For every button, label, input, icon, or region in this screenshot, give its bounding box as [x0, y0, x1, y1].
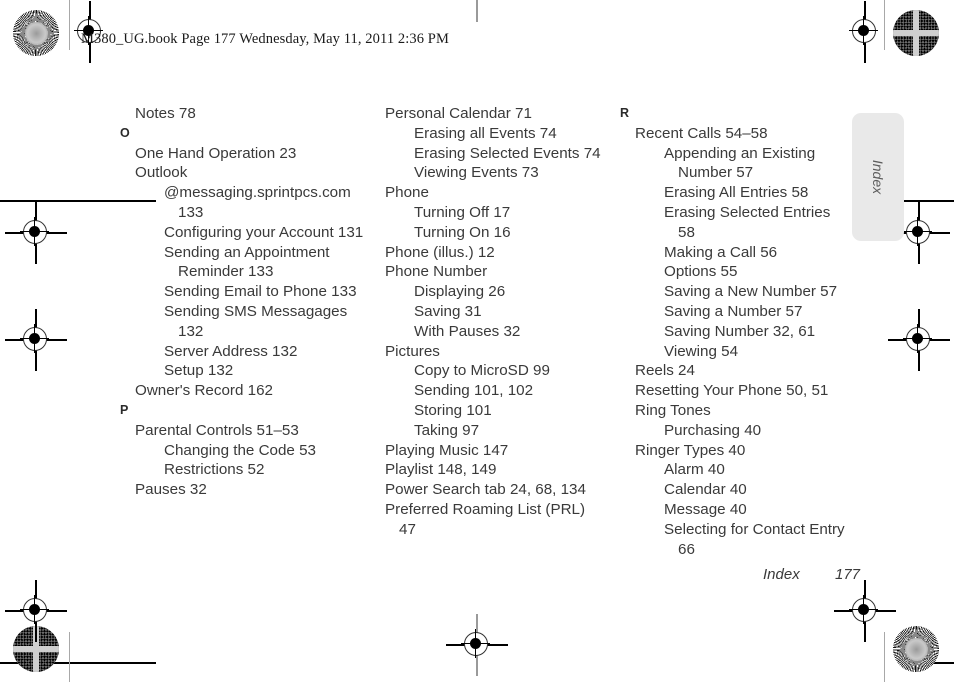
index-entry-level-2: Saving Number 32, 61	[664, 322, 816, 340]
index-entry-level-2: Calendar 40	[664, 481, 747, 499]
index-entry-level-1: Recent Calls 54–58	[635, 124, 768, 142]
index-entry-level-1: Resetting Your Phone 50, 51	[635, 382, 829, 400]
index-entry-level-2: Purchasing 40	[664, 421, 762, 439]
index-entry-level-1: Owner's Record 162	[135, 382, 273, 400]
index-letter-heading: R	[620, 106, 630, 120]
index-entry-level-2: Message 40	[664, 500, 747, 518]
index-entry-level-2: Erasing Selected Events 74	[414, 144, 601, 162]
index-entry-level-1: One Hand Operation 23	[135, 144, 297, 162]
index-entry-level-2: Viewing 54	[664, 342, 739, 360]
index-entry-level-2: Storing 101	[414, 401, 492, 419]
index-entry-level-2: Saving a New Number 57	[664, 283, 838, 301]
index-entry-level-2: Setup 132	[164, 362, 234, 380]
index-entry-level-2: Copy to MicroSD 99	[414, 362, 550, 380]
index-entry-level-2: @messaging.sprintpcs.com 133	[164, 184, 356, 221]
index-entry-level-1: Phone (illus.) 12	[385, 243, 495, 261]
index-entry-level-2: Selecting for Contact Entry 66	[664, 520, 849, 558]
index-entry-level-1: Playing Music 147	[385, 441, 509, 459]
index-entry-level-1: Outlook	[135, 164, 188, 182]
index-entry-level-1: Pauses 32	[135, 481, 207, 499]
index-entry-level-1: Preferred Roaming List (PRL) 47	[385, 500, 590, 538]
index-entry-level-2: Restrictions 52	[164, 461, 265, 479]
index-entry-level-2: Erasing all Events 74	[414, 124, 557, 142]
index-entry-level-2: Making a Call 56	[664, 243, 778, 261]
index-entry-level-2: Changing the Code 53	[164, 441, 316, 459]
index-entry-level-2: Viewing Events 73	[414, 164, 539, 182]
index-entry-level-1: Phone	[385, 184, 429, 202]
index-entry-level-2: Saving a Number 57	[664, 302, 803, 320]
index-column-1: Notes 78 O One Hand Operation 23 Outlook @me…	[120, 104, 370, 500]
index-entry-level-2: Sending Email to Phone 133	[164, 283, 357, 301]
footer-section-label: Index	[763, 566, 800, 583]
index-entry-level-2: Sending SMS Messagages 132	[164, 302, 352, 340]
index-entry-level-1: Notes 78	[135, 105, 196, 122]
side-thumb-tab: Index	[852, 113, 904, 241]
index-entry-level-1: Reels 24	[635, 362, 695, 380]
index-entry-level-2: Saving 31	[414, 302, 482, 320]
index-entry-level-2: Sending an Appointment Reminder 133	[164, 243, 334, 281]
index-entry-level-1: Ringer Types 40	[635, 441, 746, 459]
index-column-2: Personal Calendar 71 Erasing all Events 7…	[385, 104, 605, 540]
index-entry-level-2: Erasing Selected Entries 58	[664, 203, 835, 241]
side-thumb-tab-label: Index	[870, 159, 886, 195]
index-entry-level-1: Playlist 148, 149	[385, 461, 497, 479]
document-page: M380_UG.book Page 177 Wednesday, May 11,…	[0, 0, 954, 682]
index-entry-level-2: Appending an Existing Number 57	[664, 144, 820, 182]
index-entry-level-1: Power Search tab 24, 68, 134	[385, 481, 586, 499]
index-content: Notes 78 O One Hand Operation 23 Outlook @me…	[0, 0, 954, 682]
index-entry-level-1: Personal Calendar 71	[385, 105, 532, 122]
index-entry-level-1: Pictures	[385, 342, 440, 360]
index-letter-heading: O	[120, 125, 130, 140]
index-entry-level-2: Displaying 26	[414, 283, 506, 301]
index-entry-level-2: Options 55	[664, 263, 738, 281]
index-entry-level-2: Server Address 132	[164, 342, 298, 360]
index-entry-level-2: Alarm 40	[664, 461, 725, 479]
index-entry-level-2: Taking 97	[414, 421, 480, 439]
index-entry-level-1: Phone Number	[385, 263, 488, 281]
index-letter-heading: P	[120, 402, 129, 417]
index-column-3: R Recent Calls 54–58 Appending an Existing…	[620, 104, 850, 559]
index-entry-level-1: Ring Tones	[635, 401, 711, 419]
index-entry-level-2: Sending 101, 102	[414, 382, 534, 400]
index-entry-level-2: With Pauses 32	[414, 322, 521, 340]
index-entry-level-2: Erasing All Entries 58	[664, 184, 809, 202]
index-entry-level-2: Configuring your Account 131	[164, 223, 364, 241]
index-entry-level-2: Turning On 16	[414, 223, 511, 241]
footer-page-number: 177	[835, 566, 861, 583]
index-entry-level-2: Turning Off 17	[414, 203, 511, 221]
index-entry-level-1: Parental Controls 51–53	[135, 421, 299, 439]
